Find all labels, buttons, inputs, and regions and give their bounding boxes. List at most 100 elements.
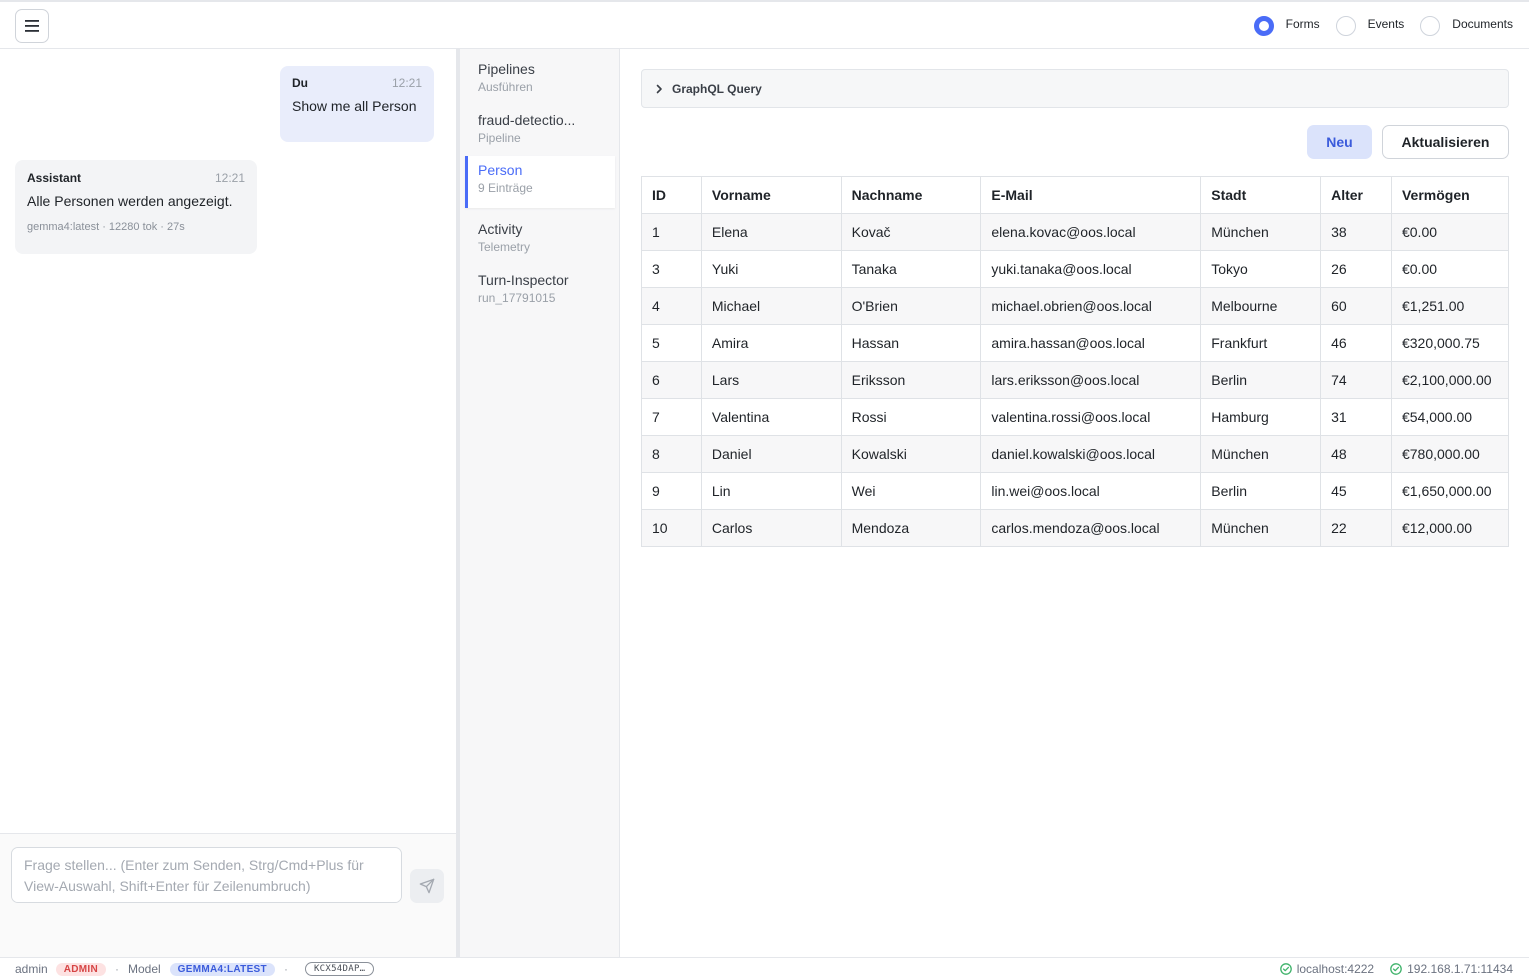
view-option-forms[interactable]: Forms: [1253, 14, 1320, 36]
table-cell: 46: [1320, 324, 1392, 362]
menu-button[interactable]: [15, 9, 49, 43]
table-row[interactable]: 6 Lars Eriksson lars.eriksson@oos.local …: [641, 361, 1510, 399]
table-cell: 26: [1320, 250, 1392, 288]
chevron-right-icon: [654, 84, 664, 94]
status-bar: admin ADMIN · Model GEMMA4:LATEST · KCX5…: [0, 957, 1529, 979]
table-cell: €0.00: [1390, 213, 1510, 251]
connection-status-nats: localhost:4222: [1279, 962, 1374, 976]
table-row[interactable]: 9 Lin Wei lin.wei@oos.local Berlin 45 €1…: [641, 472, 1510, 510]
table-cell: Kowalski: [840, 435, 982, 473]
nav-item-subtitle: Ausführen: [478, 80, 533, 94]
radio-documents[interactable]: [1420, 16, 1441, 36]
table-cell: 8: [641, 435, 702, 473]
table-cell: Tokyo: [1200, 250, 1322, 288]
table-cell: Lin: [700, 472, 842, 510]
view-option-label: Documents: [1452, 17, 1513, 31]
view-option-events[interactable]: Events: [1335, 14, 1405, 36]
model-label: Model: [127, 962, 161, 976]
table-cell: Eriksson: [840, 361, 982, 399]
column-header[interactable]: Stadt: [1200, 176, 1322, 214]
chat-input[interactable]: [11, 847, 402, 903]
table-cell: €12,000.00: [1390, 509, 1510, 547]
nav-item-person[interactable]: Person 9 Einträge: [465, 156, 615, 208]
table-cell: 3: [641, 250, 702, 288]
column-header[interactable]: Alter: [1320, 176, 1392, 214]
current-user: admin: [15, 962, 48, 976]
column-header[interactable]: Vermögen: [1390, 176, 1510, 214]
connection-status-ollama: 192.168.1.71:11434: [1390, 962, 1513, 976]
table-cell: Michael: [700, 287, 842, 325]
assistant-message: Assistant 12:21 Alle Personen werden ang…: [15, 160, 257, 254]
graphql-query-label: GraphQL Query: [672, 81, 762, 96]
model-badge[interactable]: GEMMA4:LATEST: [169, 962, 275, 976]
table-cell: Kovač: [840, 213, 982, 251]
role-badge: ADMIN: [55, 962, 106, 976]
refresh-button[interactable]: Aktualisieren: [1382, 125, 1509, 159]
table-cell: 6: [641, 361, 702, 399]
message-text: Alle Personen werden angezeigt.: [27, 193, 233, 209]
table-row[interactable]: 7 Valentina Rossi valentina.rossi@oos.lo…: [641, 398, 1510, 436]
nav-item-title: fraud-detectio...: [478, 112, 576, 128]
radio-events[interactable]: [1335, 16, 1356, 36]
message-meta: gemma4:latest · 12280 tok · 27s: [27, 221, 185, 233]
table-cell: Berlin: [1200, 361, 1322, 399]
column-header[interactable]: Vorname: [700, 176, 842, 214]
table-cell: 38: [1320, 213, 1392, 251]
nav-item-title: Person: [478, 162, 523, 178]
table-cell: 22: [1320, 509, 1392, 547]
table-cell: 48: [1320, 435, 1392, 473]
view-option-label: Forms: [1285, 17, 1320, 31]
table-row[interactable]: 1 Elena Kovač elena.kovac@oos.local Münc…: [641, 213, 1510, 251]
table-cell: €780,000.00: [1390, 435, 1510, 473]
table-cell: €2,100,000.00: [1390, 361, 1510, 399]
table-cell: 74: [1320, 361, 1392, 399]
view-option-label: Events: [1367, 17, 1405, 31]
nav-item-subtitle: run_17791015: [478, 291, 556, 305]
table-cell: €1,251.00: [1390, 287, 1510, 325]
nav-item-subtitle: Pipeline: [478, 131, 521, 145]
nav-item-title: Turn-Inspector: [478, 272, 569, 288]
nav-item-turn-inspector[interactable]: Turn-Inspector run_17791015: [465, 272, 615, 305]
nav-item-title: Pipelines: [478, 61, 535, 77]
hamburger-icon: [25, 20, 39, 32]
new-button[interactable]: Neu: [1307, 125, 1372, 159]
table-cell: Wei: [840, 472, 982, 510]
main-content: GraphQL Query Neu Aktualisieren ID Vorna…: [621, 49, 1529, 957]
table-cell: Hamburg: [1200, 398, 1322, 436]
graphql-query-toggle[interactable]: GraphQL Query: [641, 69, 1509, 108]
nav-item-fraud-detection[interactable]: fraud-detectio... Pipeline: [465, 112, 615, 145]
view-navigation: Pipelines Ausführen fraud-detectio... Pi…: [460, 49, 620, 957]
view-option-documents[interactable]: Documents: [1420, 14, 1513, 36]
column-header[interactable]: ID: [641, 176, 702, 214]
connection-address: 192.168.1.71:11434: [1407, 962, 1513, 976]
table-cell: Amira: [700, 324, 842, 362]
table-cell: lin.wei@oos.local: [980, 472, 1202, 510]
send-icon: [419, 878, 435, 894]
message-time: 12:21: [214, 171, 245, 185]
table-cell: München: [1200, 213, 1322, 251]
table-cell: lars.eriksson@oos.local: [980, 361, 1202, 399]
table-cell: O'Brien: [840, 287, 982, 325]
check-circle-icon: [1279, 963, 1292, 975]
table-row[interactable]: 8 Daniel Kowalski daniel.kowalski@oos.lo…: [641, 435, 1510, 473]
radio-forms[interactable]: [1253, 16, 1274, 36]
session-badge[interactable]: KCX54DAP…: [304, 962, 375, 976]
table-cell: München: [1200, 509, 1322, 547]
nav-item-activity[interactable]: Activity Telemetry: [465, 221, 615, 254]
nav-item-pipelines[interactable]: Pipelines Ausführen: [465, 61, 615, 94]
table-row[interactable]: 4 Michael O'Brien michael.obrien@oos.loc…: [641, 287, 1510, 325]
table-cell: Hassan: [840, 324, 982, 362]
column-header[interactable]: E-Mail: [980, 176, 1202, 214]
table-cell: €54,000.00: [1390, 398, 1510, 436]
person-table: ID Vorname Nachname E-Mail Stadt Alter V…: [641, 176, 1510, 547]
table-row[interactable]: 10 Carlos Mendoza carlos.mendoza@oos.loc…: [641, 509, 1510, 547]
table-row[interactable]: 5 Amira Hassan amira.hassan@oos.local Fr…: [641, 324, 1510, 362]
table-cell: Mendoza: [840, 509, 982, 547]
table-cell: valentina.rossi@oos.local: [980, 398, 1202, 436]
user-message: Du 12:21 Show me all Person: [280, 66, 434, 142]
nav-item-subtitle: 9 Einträge: [478, 181, 533, 195]
table-row[interactable]: 3 Yuki Tanaka yuki.tanaka@oos.local Toky…: [641, 250, 1510, 288]
column-header[interactable]: Nachname: [840, 176, 982, 214]
table-cell: 9: [641, 472, 702, 510]
send-button[interactable]: [410, 869, 444, 903]
